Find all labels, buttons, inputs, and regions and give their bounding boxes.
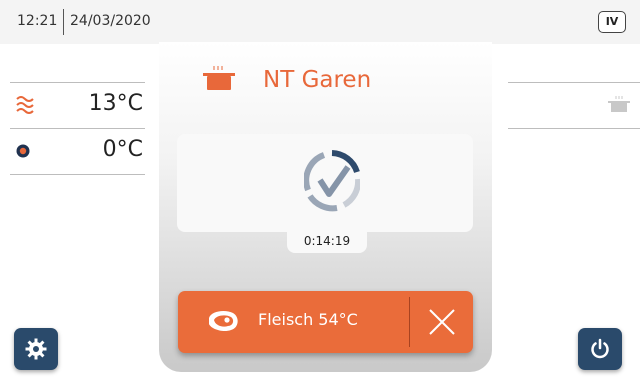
clock-time: 12:21 [17,13,58,29]
program-step-button[interactable]: Fleisch 54°C [178,291,409,353]
level-badge[interactable]: IV [598,11,626,33]
timer-tab: 0:14:19 [287,231,367,253]
status-divider [63,9,64,35]
divider [508,128,640,129]
pot-icon [608,95,630,117]
settings-button[interactable] [14,328,58,370]
core-probe-icon [15,140,37,162]
right-panel [508,82,640,129]
heat-waves-icon [15,94,37,116]
core-temperature-row: 0°C [10,129,145,174]
program-action-bar: Fleisch 54°C [178,291,473,353]
program-step-label: Fleisch 54°C [258,310,358,329]
check-progress-icon [303,150,362,216]
close-icon [429,309,455,335]
remaining-time: 0:14:19 [303,234,351,248]
right-panel-row[interactable] [508,83,640,128]
pot-icon [202,65,236,95]
divider [10,174,145,175]
status-card [177,134,473,232]
status-bar: 12:21 24/03/2020 IV [0,0,640,44]
cabinet-temperature-value: 13°C [88,91,143,116]
cabinet-temperature-row: 13°C [10,83,145,128]
power-icon [591,338,609,359]
temperature-readouts: 13°C 0°C [10,82,145,175]
core-temperature-value: 0°C [102,137,143,162]
program-panel: NT Garen 0:14:19 Fleisch 54°C [159,42,492,372]
meat-icon [205,308,241,338]
clock-date: 24/03/2020 [70,13,151,29]
cancel-button[interactable] [410,291,473,353]
program-title: NT Garen [263,67,372,93]
power-button[interactable] [578,328,622,370]
gear-icon [25,338,47,360]
